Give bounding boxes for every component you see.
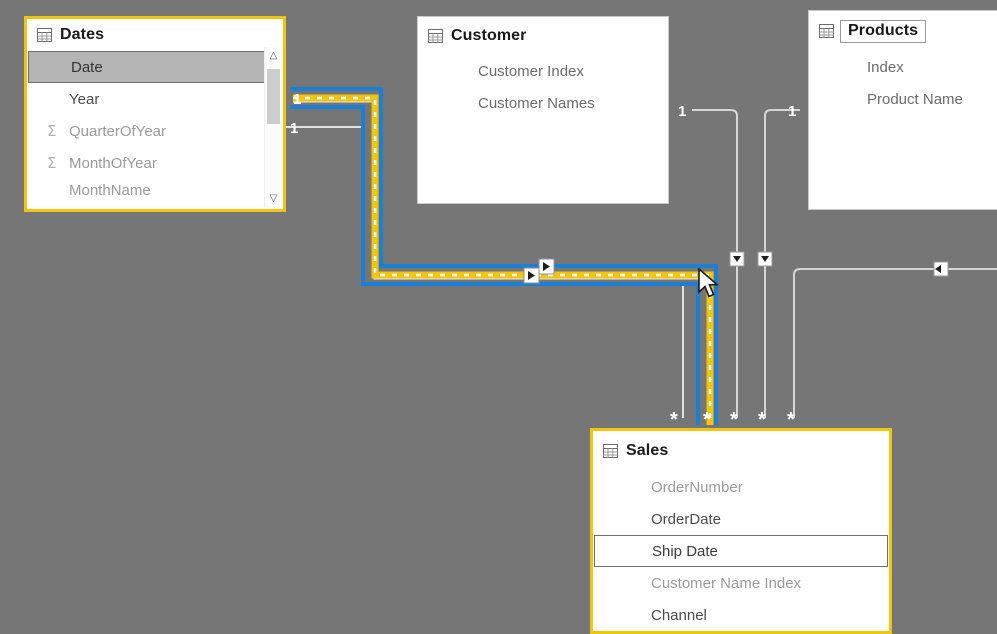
cardinality-one-dates-highlighted: 1: [293, 91, 301, 108]
table-fields-dates: Date Year Σ QuarterOfYear Σ MonthOfYear …: [27, 51, 283, 201]
cross-filter-arrow-icon: [729, 251, 745, 267]
table-card-sales[interactable]: Sales OrderNumber OrderDate Ship Date Cu…: [590, 428, 892, 634]
cardinality-label: 1: [788, 103, 796, 120]
cardinality-one-customer: 1: [678, 103, 686, 120]
field-row[interactable]: Year: [27, 83, 283, 115]
field-label: QuarterOfYear: [69, 122, 166, 140]
field-row[interactable]: Ship Date: [594, 535, 888, 567]
field-label: OrderNumber: [651, 478, 743, 496]
field-row[interactable]: Σ MonthOfYear: [27, 147, 283, 179]
field-row[interactable]: Date: [28, 51, 282, 83]
table-card-products[interactable]: Products Index Product Name: [808, 10, 997, 210]
field-row[interactable]: Product Name: [809, 83, 997, 115]
table-icon: [428, 29, 443, 43]
field-row[interactable]: OrderDate: [593, 503, 889, 535]
field-label: Customer Names: [478, 94, 595, 112]
table-icon: [603, 444, 618, 458]
vertical-scrollbar[interactable]: △ ▽: [264, 47, 282, 207]
field-label: Index: [867, 58, 904, 76]
table-fields-customer: Customer Index Customer Names: [418, 55, 668, 119]
field-row[interactable]: MonthName: [27, 179, 283, 201]
table-header-customer[interactable]: Customer: [418, 17, 668, 55]
field-row[interactable]: Index: [809, 51, 997, 83]
field-label: Customer Name Index: [651, 574, 802, 592]
table-card-dates[interactable]: Dates Date Year Σ QuarterOfYear Σ MonthO…: [24, 16, 286, 212]
cross-filter-arrow-icon: [757, 251, 773, 267]
table-header-products[interactable]: Products: [809, 11, 997, 51]
table-header-dates[interactable]: Dates: [27, 19, 283, 51]
table-icon: [819, 24, 834, 38]
cross-filter-arrow-icon: [538, 258, 555, 275]
sigma-icon: Σ: [47, 122, 57, 140]
table-icon: [37, 28, 52, 42]
cardinality-label: 1: [293, 91, 301, 108]
table-title: Sales: [626, 442, 669, 459]
mouse-cursor-icon: [698, 268, 720, 298]
field-label: Date: [71, 58, 103, 76]
field-row[interactable]: Customer Names: [418, 87, 668, 119]
field-row[interactable]: Customer Index: [418, 55, 668, 87]
field-label: Customer Index: [478, 62, 584, 80]
field-row[interactable]: OrderNumber: [593, 471, 889, 503]
field-row[interactable]: Customer Name Index: [593, 567, 889, 599]
scroll-up-icon[interactable]: △: [265, 47, 282, 64]
cardinality-one-products: 1: [788, 103, 796, 120]
scrollbar-thumb[interactable]: [267, 69, 280, 124]
field-label: OrderDate: [651, 510, 722, 528]
table-title: Dates: [60, 26, 105, 43]
cardinality-label: 1: [678, 103, 686, 120]
field-label: Channel: [651, 606, 707, 624]
cardinality-one-dates-inactive: 1: [290, 120, 298, 137]
table-title[interactable]: Products: [840, 19, 927, 43]
field-label: MonthOfYear: [69, 154, 157, 172]
field-label: Year: [69, 90, 100, 108]
scroll-down-icon[interactable]: ▽: [265, 190, 282, 207]
field-label: Ship Date: [652, 542, 718, 560]
field-row[interactable]: Σ QuarterOfYear: [27, 115, 283, 147]
field-label: MonthName: [69, 181, 151, 199]
field-row[interactable]: Channel: [593, 599, 889, 631]
table-fields-sales: OrderNumber OrderDate Ship Date Customer…: [593, 471, 889, 631]
cross-filter-arrow-icon: [933, 261, 949, 277]
table-card-customer[interactable]: Customer Customer Index Customer Names: [417, 16, 669, 204]
model-view-canvas[interactable]: 1 1 1 1 * * * * * Dates Date Year Σ Quar…: [0, 0, 997, 634]
field-label: Product Name: [867, 90, 963, 108]
relationship-products-to-sales[interactable]: [757, 109, 800, 418]
table-fields-products: Index Product Name: [809, 51, 997, 115]
relationship-offscreen-to-sales[interactable]: [793, 261, 997, 418]
table-header-sales[interactable]: Sales: [593, 431, 889, 471]
cross-filter-arrow-icon: [523, 267, 540, 284]
cardinality-label: 1: [290, 120, 298, 137]
relationship-customer-to-sales[interactable]: [692, 109, 745, 418]
table-title: Customer: [451, 27, 527, 44]
sigma-icon: Σ: [47, 154, 57, 172]
